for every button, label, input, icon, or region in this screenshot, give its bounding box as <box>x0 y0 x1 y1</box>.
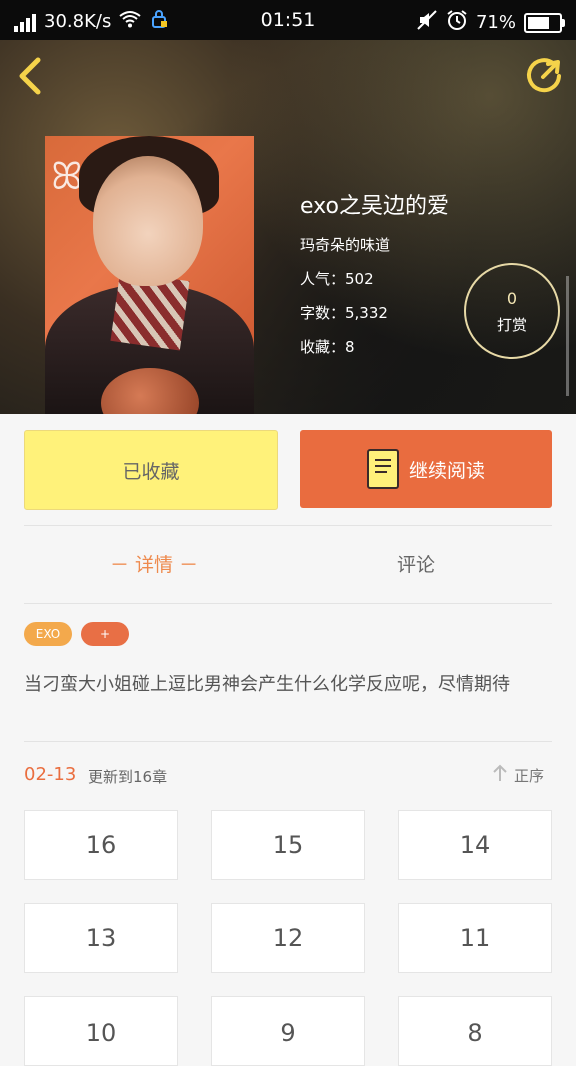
book-author: 玛奇朵的味道 <box>300 236 391 254</box>
book-word-count: 字数：5,332 <box>300 304 388 322</box>
chapter-button[interactable]: 13 <box>24 903 178 973</box>
tab-detail[interactable]: － 详情 － <box>110 550 198 577</box>
book-collect-count: 收藏：8 <box>300 338 355 356</box>
book-description: 当刁蛮大小姐碰上逗比男神会产生什么化学反应呢，尽情期待 <box>24 674 510 695</box>
chapter-button[interactable]: 15 <box>211 810 365 880</box>
tip-label: 打赏 <box>496 316 527 334</box>
battery-percent: 71% <box>475 12 516 33</box>
collected-button[interactable]: 已收藏 <box>24 430 278 510</box>
tab-comment[interactable]: 评论 <box>397 550 435 577</box>
divider <box>24 525 552 526</box>
add-tag-button[interactable]: + <box>81 622 129 646</box>
collected-label: 已收藏 <box>122 460 180 483</box>
share-button[interactable] <box>524 56 564 96</box>
chapter-button[interactable]: 16 <box>24 810 178 880</box>
book-icon <box>366 449 399 489</box>
book-cover-image: ꕤ <box>45 136 254 414</box>
continue-reading-button[interactable]: 继续阅读 <box>300 430 552 508</box>
chapter-button[interactable]: 12 <box>211 903 365 973</box>
status-bar: 30.8K/s 01:51 71% <box>0 0 576 40</box>
update-text: 更新到16章 <box>88 768 168 786</box>
chapter-button[interactable]: 11 <box>398 903 552 973</box>
status-right: 71% <box>416 9 565 36</box>
arrow-up-icon <box>492 764 508 786</box>
divider <box>24 741 552 742</box>
update-date: 02-13 <box>24 764 77 785</box>
book-title: exo之吴边的爱 <box>300 194 449 219</box>
battery-icon <box>524 12 565 33</box>
share-refresh-icon <box>524 58 564 100</box>
book-hero: ꕤ exo之吴边的爱 玛奇朵的味道 人气：502 字数：5,332 收藏：8 0… <box>0 40 576 414</box>
chapter-button[interactable]: 8 <box>398 996 552 1066</box>
divider <box>24 603 552 604</box>
chapter-button[interactable]: 14 <box>398 810 552 880</box>
sort-button[interactable]: 正序 <box>492 764 544 786</box>
chapter-button[interactable]: 10 <box>24 996 178 1066</box>
chevron-left-icon <box>14 57 48 100</box>
alarm-icon <box>446 9 468 36</box>
sort-label: 正序 <box>514 766 545 785</box>
book-popularity: 人气：502 <box>300 270 374 288</box>
continue-reading-label: 继续阅读 <box>408 459 485 482</box>
mute-icon <box>416 9 438 36</box>
tip-button[interactable]: 0 打赏 <box>464 263 560 359</box>
tag-exo[interactable]: EXO <box>24 622 72 646</box>
chapter-button[interactable]: 9 <box>211 996 365 1066</box>
tip-count: 0 <box>506 289 518 308</box>
back-button[interactable] <box>14 56 48 96</box>
scroll-indicator <box>566 276 569 396</box>
